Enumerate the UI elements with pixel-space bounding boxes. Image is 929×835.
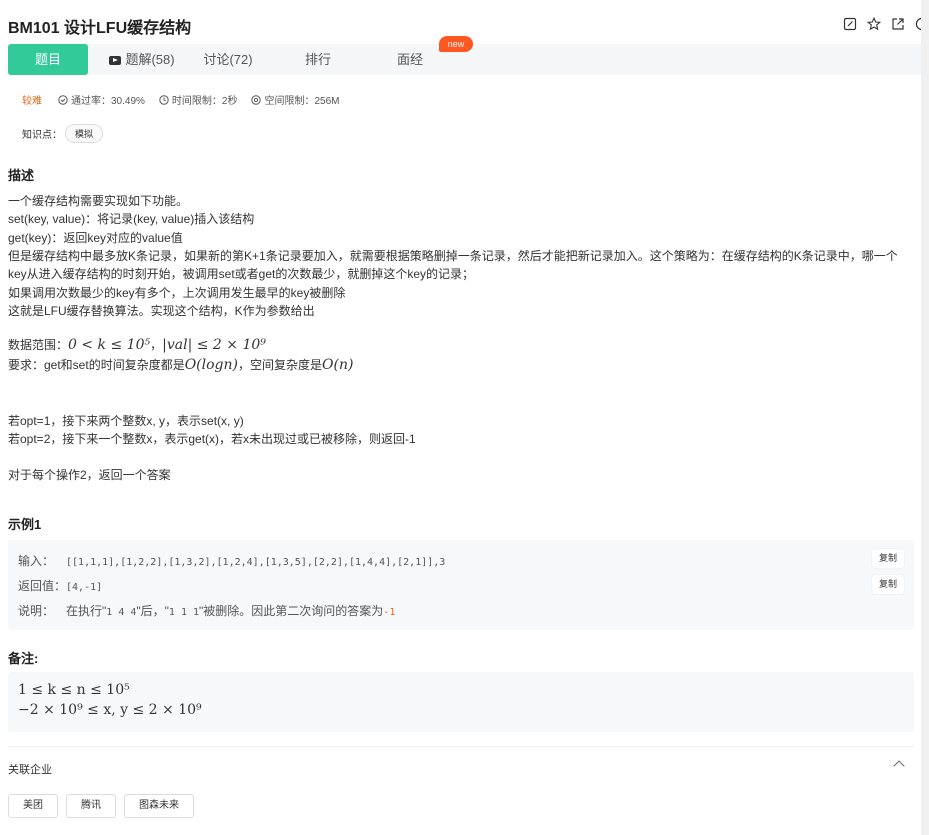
- requirement-mid: ，空间复杂度是: [238, 358, 323, 372]
- divider: [8, 746, 914, 747]
- space-limit-text: 空间限制：256M: [264, 96, 340, 107]
- data-range: 数据范围：0 < k ≤ 10⁵，|val| ≤ 2 × 10⁹: [8, 336, 266, 353]
- memory-icon: [251, 94, 262, 105]
- space-limit: 空间限制：256M: [251, 92, 340, 107]
- chevron-up-icon[interactable]: [893, 760, 905, 772]
- title-row: BM101 设计LFU缓存结构: [8, 14, 929, 38]
- desc-line: 如果调用次数最少的key有多个，上次调用发生最早的key被删除: [8, 286, 346, 300]
- problem-meta: 较难 通过率：30.49% 时间限制：2秒 空间限制：256M: [22, 92, 354, 107]
- company-tag[interactable]: 图森未来: [124, 794, 194, 818]
- example-heading: 示例1: [8, 517, 42, 532]
- explain-code-3: -1: [383, 607, 396, 618]
- time-complexity: O(logn): [184, 357, 238, 373]
- time-limit: 时间限制：2秒: [159, 92, 238, 107]
- answer-line: 对于每个操作2，返回一个答案: [8, 468, 171, 482]
- note-heading: 备注:: [8, 651, 39, 666]
- knowledge-points: 知识点： 模拟: [22, 124, 104, 143]
- scrollbar[interactable]: [921, 0, 929, 835]
- clock-icon: [159, 94, 169, 105]
- complexity-requirement: 要求：get和set的时间复杂度都是O(logn)，空间复杂度是O(n): [8, 356, 353, 373]
- star-icon[interactable]: [867, 17, 881, 31]
- page-title: BM101 设计LFU缓存结构: [8, 20, 192, 37]
- knowledge-tag[interactable]: 模拟: [65, 124, 104, 143]
- note-constraint-2: −2 × 10⁹ ≤ x, y ≤ 2 × 10⁹: [18, 702, 202, 718]
- difficulty-label: 较难: [22, 96, 42, 107]
- explain-text-3: "被删除。因此第二次询问的答案为: [199, 604, 384, 618]
- explain-code-1: 1 4 4: [106, 607, 137, 618]
- range-sep: ，: [150, 338, 163, 352]
- check-circle-icon: [58, 94, 68, 105]
- opt-line: 若opt=1，接下来两个整数x, y，表示set(x, y): [8, 414, 244, 428]
- copy-output-button[interactable]: 复制: [872, 575, 904, 594]
- time-limit-text: 时间限制：2秒: [171, 96, 238, 107]
- tab-ranking[interactable]: 排行: [278, 44, 358, 75]
- explain-text-1: 在执行": [66, 604, 107, 618]
- desc-line: get(key)：返回key对应的value值: [8, 231, 183, 245]
- example-input: 输入： [[1,1,1],[1,2,2],[1,3,2],[1,2,4],[1,3…: [18, 552, 445, 569]
- example-explain: 说明： 在执行"1 4 4"后，"1 1 1"被删除。因此第二次询问的答案为-1: [18, 602, 395, 619]
- space-complexity: O(n): [322, 357, 354, 373]
- tab-problem[interactable]: 题目: [8, 44, 88, 75]
- explain-label: 说明：: [18, 604, 55, 618]
- opt-line: 若opt=2，接下来一个整数x，表示get(x)，若x未出现过或已被移除，则返回…: [8, 432, 416, 446]
- data-range-label: 数据范围：: [8, 338, 69, 352]
- range-math-k: 0 < k ≤ 10⁵: [68, 337, 151, 353]
- edit-icon[interactable]: [843, 17, 857, 31]
- desc-line: key从进入缓存结构的时刻开始，被调用set或者get的次数最少，就删掉这个ke…: [8, 267, 475, 281]
- explain-text-2: "后，": [136, 604, 169, 618]
- company-tag[interactable]: 腾讯: [66, 794, 116, 818]
- requirement-label: 要求：get和set的时间复杂度都是: [8, 358, 185, 372]
- tab-ranking-label: 排行: [304, 52, 331, 67]
- tab-discussion-label: 讨论(72): [203, 52, 253, 67]
- note-constraint-1: 1 ≤ k ≤ n ≤ 10⁵: [18, 682, 130, 698]
- range-math-val: |val| ≤ 2 × 10⁹: [162, 337, 266, 353]
- input-value: [[1,1,1],[1,2,2],[1,3,2],[1,2,4],[1,3,5]…: [66, 557, 446, 568]
- knowledge-label: 知识点：: [22, 130, 62, 141]
- example-box: 输入： [[1,1,1],[1,2,2],[1,3,2],[1,2,4],[1,3…: [8, 540, 914, 630]
- companies-title: 关联企业: [8, 764, 52, 776]
- company-list: 美团 腾讯 图森未来: [8, 794, 194, 818]
- note-box: 1 ≤ k ≤ n ≤ 10⁵ −2 × 10⁹ ≤ x, y ≤ 2 × 10…: [8, 672, 914, 732]
- desc-line: 这就是LFU缓存替换算法。实现这个结构，K作为参数给出: [8, 304, 315, 318]
- tab-discussion[interactable]: 讨论(72): [188, 44, 268, 75]
- pass-rate: 通过率：30.49%: [58, 92, 145, 107]
- tab-problem-label: 题目: [34, 52, 61, 67]
- pass-rate-text: 通过率：30.49%: [71, 96, 145, 107]
- tab-interview-label: 面经: [396, 52, 423, 67]
- new-badge: new: [439, 36, 473, 52]
- desc-line: 一个缓存结构需要实现如下功能。: [8, 194, 189, 208]
- output-value: [4,-1]: [66, 582, 103, 593]
- tab-interview[interactable]: 面经: [370, 44, 450, 75]
- explain-code-2: 1 1 1: [168, 607, 200, 618]
- output-label: 返回值：: [18, 579, 67, 593]
- company-tag[interactable]: 美团: [8, 794, 58, 818]
- tab-solutions-label: 题解(58): [125, 52, 175, 67]
- example-output: 返回值：[4,-1]: [18, 577, 102, 594]
- description-heading: 描述: [8, 168, 35, 183]
- desc-line: set(key, value)：将记录(key, value)插入该结构: [8, 212, 255, 226]
- share-icon[interactable]: [891, 17, 905, 31]
- copy-input-button[interactable]: 复制: [872, 549, 904, 568]
- input-label: 输入：: [18, 554, 55, 568]
- video-icon: [109, 56, 122, 65]
- title-icons: [843, 17, 929, 31]
- desc-line: 但是缓存结构中最多放K条记录，如果新的第K+1条记录要加入，就需要根据策略删掉一…: [8, 249, 898, 263]
- tab-solutions[interactable]: 题解(58): [102, 44, 182, 75]
